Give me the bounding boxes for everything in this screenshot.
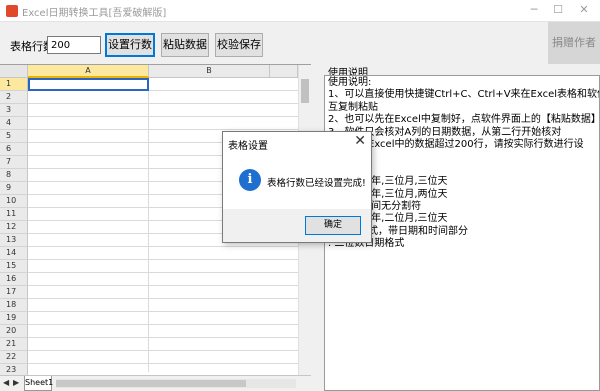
minimize-button[interactable]: ─ — [526, 3, 542, 17]
maximize-button[interactable]: ☐ — [550, 3, 566, 17]
column-divider — [148, 78, 149, 372]
active-cell-a1[interactable] — [28, 78, 149, 91]
row-header[interactable]: 20 — [0, 325, 28, 338]
help-line: 使用说明: — [328, 77, 372, 88]
row-header[interactable]: 12 — [0, 221, 28, 234]
row-header[interactable]: 14 — [0, 247, 28, 260]
table-settings-dialog: 表格设置 ✕ i 表格行数已经设置完成! 确定 — [222, 131, 372, 243]
row-header[interactable]: 2 — [0, 91, 28, 104]
help-line: 2、也可以先在Excel中复制好，点软件界面上的【粘贴数据】按钮 — [328, 114, 600, 126]
info-icon: i — [239, 169, 261, 191]
sheet-next-icon[interactable]: ▶ — [13, 378, 19, 387]
help-line: 1、可以直接使用快捷键Ctrl+C、Ctrl+V来在Excel表格和软件之间相 — [328, 89, 599, 101]
row-header[interactable]: 3 — [0, 104, 28, 117]
sheet-tab-bar: ◀ ▶ Sheet1 — [0, 375, 311, 391]
dialog-close-icon[interactable]: ✕ — [354, 133, 366, 149]
sheet-prev-icon[interactable]: ◀ — [3, 378, 9, 387]
row-header[interactable]: 4 — [0, 117, 28, 130]
scroll-thumb[interactable] — [301, 79, 309, 103]
row-header[interactable]: 16 — [0, 273, 28, 286]
row-header[interactable]: 1 — [0, 78, 28, 91]
grid-horizontal-scrollbar[interactable] — [56, 379, 296, 388]
column-header-a[interactable]: A — [28, 65, 149, 78]
column-header-empty — [270, 65, 298, 78]
row-header[interactable]: 10 — [0, 195, 28, 208]
donate-button[interactable]: 捐赠作者 — [548, 22, 600, 64]
row-header[interactable]: 17 — [0, 286, 28, 299]
help-line: 互复制粘贴 — [328, 101, 378, 113]
dialog-message: 表格行数已经设置完成! — [267, 178, 366, 189]
app-icon — [6, 5, 18, 17]
column-header-b[interactable]: B — [149, 65, 270, 78]
title-bar: Excel日期转换工具[吾爱破解版] ─ ☐ ✕ — [0, 0, 600, 22]
row-header[interactable]: 9 — [0, 182, 28, 195]
row-header[interactable]: 22 — [0, 351, 28, 364]
row-header[interactable]: 6 — [0, 143, 28, 156]
row-header[interactable]: 13 — [0, 234, 28, 247]
row-header[interactable]: 18 — [0, 299, 28, 312]
row-header[interactable]: 11 — [0, 208, 28, 221]
dialog-title: 表格设置 — [228, 141, 268, 152]
row-header[interactable]: 5 — [0, 130, 28, 143]
row-header[interactable]: 21 — [0, 338, 28, 351]
close-button[interactable]: ✕ — [576, 3, 592, 17]
window-title: Excel日期转换工具[吾爱破解版] — [22, 8, 167, 19]
dialog-footer: 确定 — [223, 209, 371, 242]
set-rows-button[interactable]: 设置行数 — [105, 33, 155, 57]
ok-button[interactable]: 确定 — [305, 216, 361, 235]
row-header[interactable]: 15 — [0, 260, 28, 273]
row-header[interactable]: 8 — [0, 169, 28, 182]
scroll-thumb[interactable] — [56, 380, 246, 387]
sheet-tab-sheet1[interactable]: Sheet1 — [24, 376, 53, 391]
row-header[interactable]: 7 — [0, 156, 28, 169]
verify-save-button[interactable]: 校验保存 — [215, 33, 263, 57]
select-all-corner[interactable] — [0, 65, 28, 78]
row-header[interactable]: 19 — [0, 312, 28, 325]
paste-data-button[interactable]: 粘贴数据 — [161, 33, 209, 57]
rows-input[interactable] — [47, 36, 101, 54]
toolbar: 表格行数 设置行数 粘贴数据 校验保存 捐赠作者 — [0, 22, 600, 64]
